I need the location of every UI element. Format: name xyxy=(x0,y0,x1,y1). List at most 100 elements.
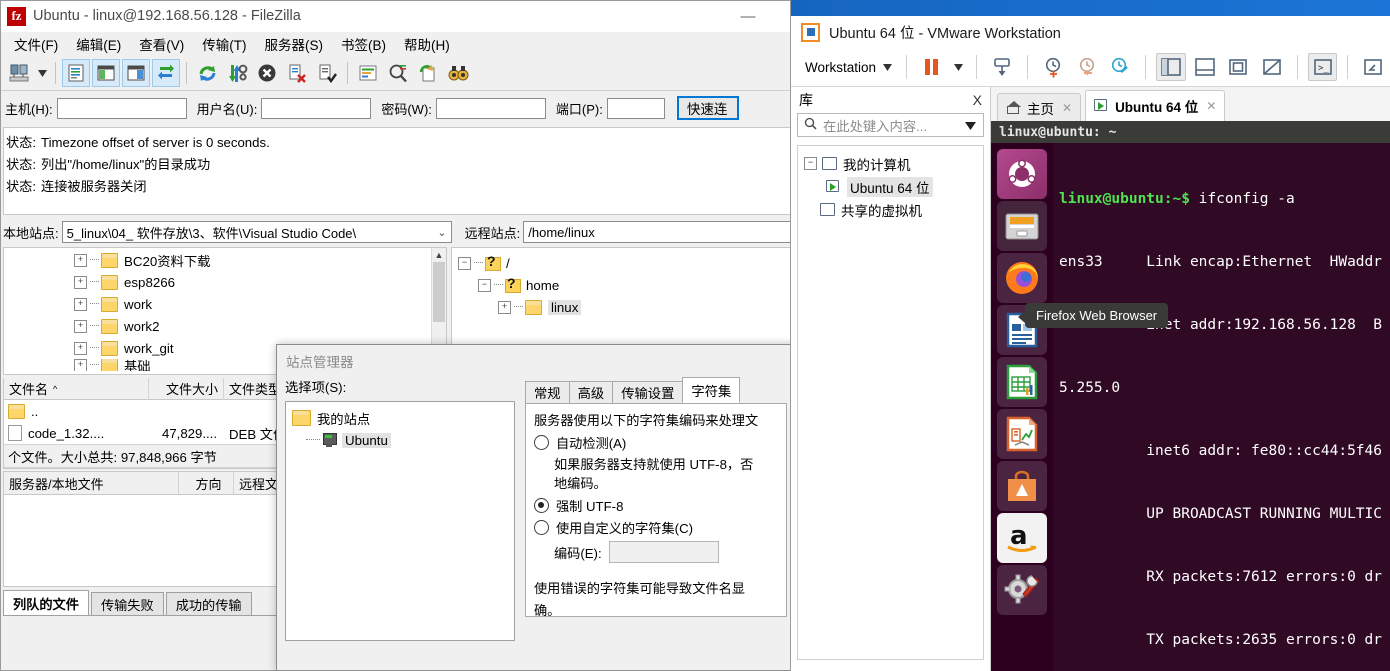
cancel-operation-icon[interactable] xyxy=(253,59,281,87)
show-thumbnail-bar-icon[interactable] xyxy=(1190,53,1220,81)
local-site-path[interactable]: 5_linux\04_ 软件存放\3、软件\Visual Studio Code… xyxy=(61,221,452,243)
ubuntu-software-icon[interactable] xyxy=(997,461,1047,511)
tree-item[interactable]: + work xyxy=(74,293,446,315)
column-filesize[interactable]: 文件大小 xyxy=(149,377,224,400)
menu-item-view[interactable]: 查看(V) xyxy=(130,31,193,57)
ubuntu-dash-icon[interactable] xyxy=(997,149,1047,199)
menu-item-server[interactable]: 服务器(S) xyxy=(256,31,333,57)
guest-screen[interactable]: a linux@ubuntu:~$ ifconfig -a ens33 Link… xyxy=(991,143,1390,671)
site-manager-icon[interactable] xyxy=(5,59,33,87)
synchronized-browsing-icon[interactable] xyxy=(414,59,442,87)
scroll-up-icon[interactable]: ▲ xyxy=(432,248,446,262)
minimize-button[interactable]: — xyxy=(733,7,763,25)
radio-icon[interactable] xyxy=(534,435,549,450)
tab-home[interactable]: 主页 ✕ xyxy=(997,93,1082,121)
tab-advanced[interactable]: 高级 xyxy=(568,381,614,403)
close-icon[interactable]: X xyxy=(973,92,982,108)
collapse-icon[interactable]: − xyxy=(804,157,817,170)
library-item-my-computer[interactable]: − 我的计算机 xyxy=(804,152,983,175)
encoding-input[interactable] xyxy=(608,541,719,563)
radio-custom-charset[interactable]: 使用自定义的字符集(C) xyxy=(534,518,778,537)
tab-ubuntu-64[interactable]: Ubuntu 64 位 ✕ xyxy=(1085,90,1226,121)
toggle-transfer-queue-icon[interactable] xyxy=(152,59,180,87)
console-view-icon[interactable]: >_ xyxy=(1307,53,1338,81)
column-filename[interactable]: 文件名 ^ xyxy=(4,377,149,400)
filter-icon[interactable] xyxy=(354,59,382,87)
tree-item-my-sites[interactable]: 我的站点 xyxy=(292,407,514,429)
radio-icon[interactable] xyxy=(534,498,549,513)
search-remote-files-icon[interactable] xyxy=(444,59,472,87)
manage-snapshots-icon[interactable] xyxy=(987,53,1017,81)
tab-charset[interactable]: 字符集 xyxy=(682,377,741,403)
menu-item-help[interactable]: 帮助(H) xyxy=(395,31,459,57)
workstation-menu-button[interactable]: Workstation xyxy=(799,57,898,78)
system-settings-icon[interactable] xyxy=(997,565,1047,615)
port-input[interactable] xyxy=(606,97,665,119)
expand-icon[interactable]: + xyxy=(74,341,87,355)
search-input[interactable]: 在此处键入内容... xyxy=(823,116,965,135)
tree-item[interactable]: − ? home xyxy=(458,274,796,296)
menu-item-edit[interactable]: 编辑(E) xyxy=(67,31,130,57)
menu-item-bookmarks[interactable]: 书签(B) xyxy=(332,31,395,57)
revert-snapshot-icon[interactable] xyxy=(1072,53,1102,81)
library-item-shared-vms[interactable]: 共享的虚拟机 xyxy=(804,198,983,221)
terminal-output[interactable]: linux@ubuntu:~$ ifconfig -a ens33 Link e… xyxy=(1053,143,1390,671)
radio-icon[interactable] xyxy=(534,520,549,535)
tree-item[interactable]: + linux xyxy=(458,296,796,318)
chevron-down-icon[interactable]: ⌄ xyxy=(437,226,446,239)
snapshot-manager-icon[interactable] xyxy=(1105,53,1135,81)
tab-successful-transfers[interactable]: 成功的传输 xyxy=(165,592,252,615)
refresh-icon[interactable] xyxy=(193,59,221,87)
radio-force-utf8[interactable]: 强制 UTF-8 xyxy=(534,496,778,515)
tree-item[interactable]: − ? / xyxy=(458,252,796,274)
directory-compare-icon[interactable] xyxy=(384,59,412,87)
scrollbar-thumb[interactable] xyxy=(433,262,445,322)
menu-item-file[interactable]: 文件(F) xyxy=(5,31,67,57)
suspend-icon[interactable] xyxy=(917,53,947,81)
files-icon[interactable] xyxy=(997,201,1047,251)
library-item-ubuntu-64[interactable]: Ubuntu 64 位 xyxy=(804,175,983,198)
menu-item-transfer[interactable]: 传输(T) xyxy=(193,31,255,57)
chevron-down-icon[interactable] xyxy=(965,118,976,133)
tree-item-ubuntu[interactable]: Ubuntu xyxy=(292,429,514,451)
expand-icon[interactable]: + xyxy=(74,253,87,267)
disconnect-icon[interactable] xyxy=(283,59,311,87)
expand-icon[interactable]: + xyxy=(74,319,87,333)
take-snapshot-icon[interactable] xyxy=(1038,53,1068,81)
expand-icon[interactable]: + xyxy=(74,359,87,371)
close-icon[interactable]: ✕ xyxy=(1062,101,1072,115)
expand-icon[interactable]: + xyxy=(498,300,511,314)
site-manager-dropdown-icon[interactable] xyxy=(35,59,49,87)
library-search[interactable]: 在此处键入内容... xyxy=(797,113,984,137)
reconnect-icon[interactable] xyxy=(313,59,341,87)
host-input[interactable] xyxy=(56,97,187,119)
enter-fullscreen-icon[interactable] xyxy=(1223,53,1253,81)
process-queue-icon[interactable] xyxy=(223,59,251,87)
toggle-message-log-icon[interactable] xyxy=(62,59,90,87)
queue-column-direction[interactable]: 方向 xyxy=(179,472,234,494)
collapse-icon[interactable]: − xyxy=(478,278,491,292)
library-tree[interactable]: − 我的计算机 Ubuntu 64 位 共享的虚拟机 xyxy=(797,145,984,660)
username-input[interactable] xyxy=(261,97,372,119)
password-input[interactable] xyxy=(435,97,546,119)
tab-queued-files[interactable]: 列队的文件 xyxy=(3,590,89,615)
unity-mode-icon[interactable] xyxy=(1257,53,1287,81)
firefox-icon[interactable] xyxy=(997,253,1047,303)
tab-transfer-settings[interactable]: 传输设置 xyxy=(612,381,684,403)
radio-autodetect[interactable]: 自动检测(A) xyxy=(534,433,778,452)
tree-item[interactable]: + work2 xyxy=(74,315,446,337)
libreoffice-calc-icon[interactable] xyxy=(997,357,1047,407)
power-dropdown-icon[interactable] xyxy=(951,53,967,81)
toggle-local-tree-icon[interactable] xyxy=(92,59,120,87)
tab-failed-transfers[interactable]: 传输失败 xyxy=(90,592,164,615)
expand-icon[interactable]: + xyxy=(74,297,87,311)
close-icon[interactable]: ✕ xyxy=(1206,99,1216,113)
tree-item[interactable]: + BC20资料下载 xyxy=(74,249,446,271)
restore-down-icon[interactable] xyxy=(1358,53,1388,81)
toggle-remote-tree-icon[interactable] xyxy=(122,59,150,87)
amazon-icon[interactable]: a xyxy=(997,513,1047,563)
queue-column-server[interactable]: 服务器/本地文件 xyxy=(4,472,179,494)
tab-general[interactable]: 常规 xyxy=(525,381,570,403)
libreoffice-impress-icon[interactable] xyxy=(997,409,1047,459)
quick-connect-button[interactable]: 快速连 xyxy=(676,96,739,120)
